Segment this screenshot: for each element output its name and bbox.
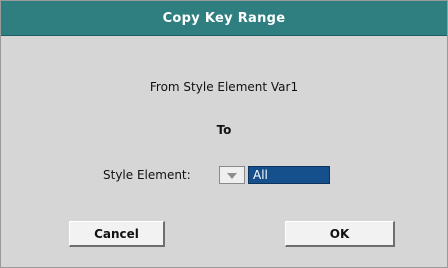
chevron-down-icon[interactable] (219, 166, 245, 184)
from-label: From Style Element Var1 (149, 80, 299, 94)
copy-key-range-dialog: Copy Key Range From Style Element Var1 T… (0, 0, 448, 268)
style-element-label: Style Element: (103, 168, 191, 182)
to-label: To (216, 123, 232, 137)
ok-button[interactable]: OK (285, 221, 395, 247)
dialog-titlebar: Copy Key Range (1, 1, 447, 36)
style-element-select[interactable]: All (248, 166, 330, 184)
dialog-title: Copy Key Range (162, 10, 286, 26)
cancel-button[interactable]: Cancel (69, 221, 165, 247)
